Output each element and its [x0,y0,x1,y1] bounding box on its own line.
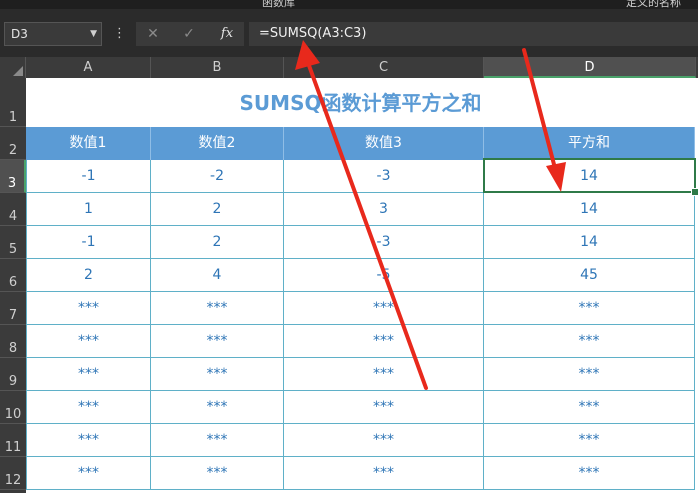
column-header-a[interactable]: A [26,57,151,78]
cell-c10[interactable]: *** [284,391,484,424]
row-header-4[interactable]: 4 [0,193,26,226]
cell-a4[interactable]: 1 [26,193,151,226]
cell-c9[interactable]: *** [284,358,484,391]
row-header-7[interactable]: 7 [0,292,26,325]
name-box[interactable]: D3 ▼ [4,22,102,46]
column-header-b[interactable]: B [151,57,284,78]
cell-b12[interactable]: *** [151,457,284,490]
cell-b7[interactable]: *** [151,292,284,325]
select-all-triangle-icon [13,66,23,76]
cell-c6[interactable]: -5 [284,259,484,292]
cell-d4[interactable]: 14 [484,193,695,226]
cell-a3[interactable]: -1 [26,160,151,193]
cell-c5[interactable]: -3 [284,226,484,259]
cell-d12[interactable]: *** [484,457,695,490]
chevron-down-icon[interactable]: ▼ [90,23,97,45]
column-header-d[interactable]: D [484,57,696,78]
cell-d9[interactable]: *** [484,358,695,391]
column-headers: A B C D [0,57,698,78]
cell-a6[interactable]: 2 [26,259,151,292]
active-cell-selection [483,158,696,193]
row-header-11[interactable]: 11 [0,424,26,457]
ribbon-strip: 函数库 定义的名称 [0,0,698,9]
cell-c8[interactable]: *** [284,325,484,358]
cell-d7[interactable]: *** [484,292,695,325]
ribbon-group-label-defined-names: 定义的名称 [626,0,681,9]
row-header-1[interactable]: 1 [0,78,26,127]
row-header-2[interactable]: 2 [0,127,26,160]
cell-a12[interactable]: *** [26,457,151,490]
header-cell-value3[interactable]: 数值3 [284,127,484,160]
name-box-value: D3 [11,27,28,41]
header-cell-sum-of-squares[interactable]: 平方和 [484,127,695,160]
cell-d8[interactable]: *** [484,325,695,358]
formula-buttons: ✕ ✓ fx [136,22,244,46]
header-cell-value1[interactable]: 数值1 [26,127,151,160]
enter-icon[interactable]: ✓ [174,22,204,46]
cell-b6[interactable]: 4 [151,259,284,292]
cell-a7[interactable]: *** [26,292,151,325]
ribbon-group-label-function-library: 函数库 [262,0,295,9]
cell-d5[interactable]: 14 [484,226,695,259]
insert-function-icon[interactable]: fx [212,22,242,46]
row-header-10[interactable]: 10 [0,391,26,424]
cell-b4[interactable]: 2 [151,193,284,226]
cell-c3[interactable]: -3 [284,160,484,193]
cell-a11[interactable]: *** [26,424,151,457]
cell-d6[interactable]: 45 [484,259,695,292]
cell-b8[interactable]: *** [151,325,284,358]
cell-c12[interactable]: *** [284,457,484,490]
cell-d11[interactable]: *** [484,424,695,457]
worksheet-grid: SUMSQ函数计算平方之和 数值1 数值2 数值3 平方和 -1 -2 -3 14 1 2… [26,78,698,493]
select-all-button[interactable] [0,57,26,78]
cell-c11[interactable]: *** [284,424,484,457]
row-header-9[interactable]: 9 [0,358,26,391]
cell-a8[interactable]: *** [26,325,151,358]
cell-a9[interactable]: *** [26,358,151,391]
cell-d10[interactable]: *** [484,391,695,424]
row-header-6[interactable]: 6 [0,259,26,292]
formula-bar: D3 ▼ ⋮ ✕ ✓ fx =SUMSQ(A3:C3) [0,9,698,57]
row-header-5[interactable]: 5 [0,226,26,259]
cell-a5[interactable]: -1 [26,226,151,259]
row-headers: 1 2 3 4 5 6 7 8 9 10 11 12 [0,78,26,493]
column-header-c[interactable]: C [284,57,484,78]
row-header-12[interactable]: 12 [0,457,26,490]
cell-b10[interactable]: *** [151,391,284,424]
cancel-icon[interactable]: ✕ [138,22,168,46]
header-cell-value2[interactable]: 数值2 [151,127,284,160]
more-options-icon[interactable]: ⋮ [113,22,126,46]
cell-b3[interactable]: -2 [151,160,284,193]
cell-a10[interactable]: *** [26,391,151,424]
cell-b9[interactable]: *** [151,358,284,391]
cell-b5[interactable]: 2 [151,226,284,259]
formula-input[interactable]: =SUMSQ(A3:C3) [249,22,698,46]
row-header-8[interactable]: 8 [0,325,26,358]
sheet-title[interactable]: SUMSQ函数计算平方之和 [26,78,695,127]
row-header-3[interactable]: 3 [0,160,26,193]
fill-handle[interactable] [691,188,698,196]
cell-b11[interactable]: *** [151,424,284,457]
cell-c4[interactable]: 3 [284,193,484,226]
cell-c7[interactable]: *** [284,292,484,325]
